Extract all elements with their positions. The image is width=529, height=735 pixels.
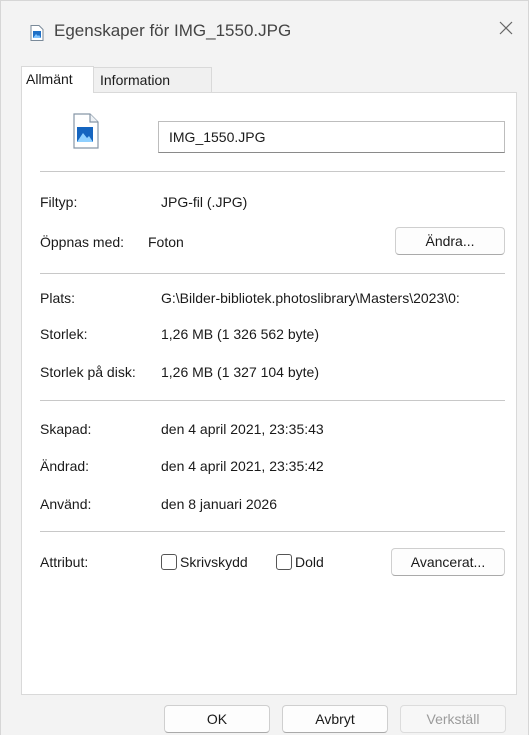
size-on-disk-label: Storlek på disk:: [40, 364, 136, 380]
close-button[interactable]: [491, 15, 521, 45]
title-bar: Egenskaper för IMG_1550.JPG: [1, 1, 528, 59]
attributes-label: Attribut:: [40, 554, 89, 570]
size-on-disk-value: 1,26 MB (1 327 104 byte): [161, 364, 319, 380]
tab-bar: Allmänt Information: [21, 66, 501, 93]
created-value: den 4 april 2021, 23:35:43: [161, 421, 324, 437]
separator: [40, 273, 505, 274]
size-value: 1,26 MB (1 326 562 byte): [161, 326, 319, 342]
close-icon: [498, 20, 514, 41]
opens-with-value: Foton: [148, 234, 184, 250]
cancel-button[interactable]: Avbryt: [282, 705, 388, 733]
separator: [40, 171, 505, 172]
dialog-footer: OK Avbryt Verkställ: [1, 695, 528, 735]
general-panel: Filtyp: JPG-fil (.JPG) Öppnas med: Foton…: [21, 92, 517, 695]
separator: [40, 531, 505, 532]
image-file-icon: [30, 25, 44, 41]
modified-label: Ändrad:: [40, 458, 90, 474]
properties-dialog: Egenskaper för IMG_1550.JPG Allmänt Info…: [0, 0, 529, 735]
location-value: G:\Bilder-bibliotek.photoslibrary\Master…: [161, 290, 460, 306]
file-type-value: JPG-fil (.JPG): [161, 194, 248, 210]
change-button[interactable]: Ändra...: [395, 227, 505, 255]
tab-general[interactable]: Allmänt: [21, 66, 94, 93]
opens-with-label: Öppnas med:: [40, 234, 125, 250]
readonly-checkbox[interactable]: [161, 554, 177, 570]
apply-button[interactable]: Verkställ: [400, 705, 506, 733]
location-label: Plats:: [40, 290, 76, 306]
size-label: Storlek:: [40, 326, 88, 342]
hidden-checkbox[interactable]: [276, 554, 292, 570]
modified-value: den 4 april 2021, 23:35:42: [161, 458, 324, 474]
separator: [40, 400, 505, 401]
accessed-label: Använd:: [40, 496, 92, 512]
tab-details[interactable]: Information: [94, 67, 212, 92]
file-name-input[interactable]: [158, 121, 505, 153]
photo-file-icon: [68, 113, 102, 149]
advanced-button[interactable]: Avancerat...: [391, 548, 505, 576]
window-title: Egenskaper för IMG_1550.JPG: [54, 21, 292, 40]
ok-button[interactable]: OK: [164, 705, 270, 733]
accessed-value: den 8 januari 2026: [161, 496, 277, 512]
hidden-label[interactable]: Dold: [295, 553, 324, 571]
readonly-label[interactable]: Skrivskydd: [180, 553, 248, 571]
file-type-label: Filtyp:: [40, 194, 78, 210]
created-label: Skapad:: [40, 421, 92, 437]
